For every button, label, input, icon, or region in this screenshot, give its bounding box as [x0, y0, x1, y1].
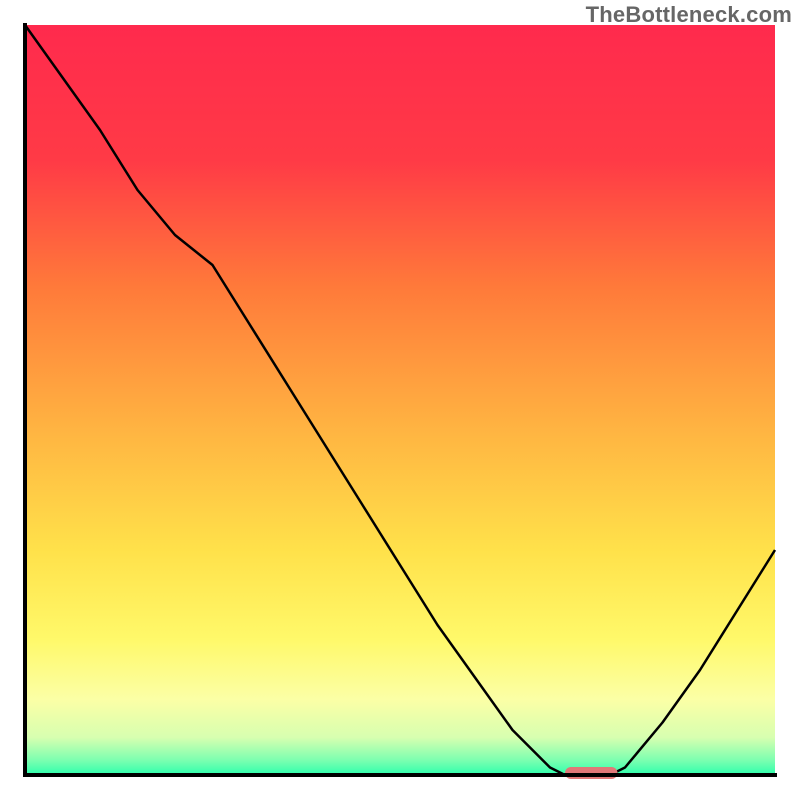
- bottleneck-chart: TheBottleneck.com: [0, 0, 800, 800]
- plot-background: [25, 25, 775, 775]
- watermark-text: TheBottleneck.com: [586, 2, 792, 28]
- chart-svg: [0, 0, 800, 800]
